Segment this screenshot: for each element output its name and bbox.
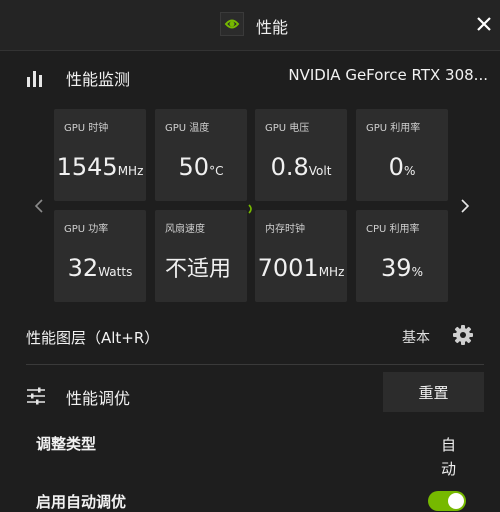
metric-unit: MHz	[117, 164, 144, 178]
metric-tile: 内存时钟 7001MHz	[255, 210, 347, 302]
metric-tile: GPU 温度 50°C	[155, 109, 247, 201]
metric-number: 0	[388, 153, 404, 181]
metric-number: 0.8	[270, 153, 309, 181]
reset-button[interactable]: 重置	[383, 372, 484, 412]
metric-tile: GPU 功率 32Watts	[54, 210, 146, 302]
nvidia-logo-icon	[220, 12, 244, 36]
metric-number: 39	[381, 254, 412, 282]
metric-number: 1545	[56, 153, 118, 181]
tuning-type-label: 调整类型	[36, 435, 97, 453]
chevron-left-icon[interactable]	[32, 194, 46, 218]
metric-number: 32	[67, 254, 99, 282]
metric-label: GPU 电压	[265, 123, 310, 134]
gear-icon[interactable]	[452, 324, 474, 346]
metric-number: 7001	[257, 254, 319, 282]
sliders-icon	[26, 386, 46, 406]
metric-label: GPU 温度	[165, 123, 210, 134]
metric-unit: %	[411, 265, 423, 279]
overlay-label: 性能图层（Alt+R）	[26, 329, 160, 347]
metric-number: 50	[178, 153, 210, 181]
monitor-title: 性能监测	[66, 70, 131, 89]
metric-tile: GPU 时钟 1545MHz	[54, 109, 146, 201]
metric-number: 不适用	[165, 257, 232, 282]
overlay-mode-value[interactable]: 基本	[402, 327, 430, 347]
title-bar: 性能	[0, 0, 500, 51]
bar-chart-icon	[26, 68, 46, 88]
metric-label: GPU 时钟	[64, 123, 109, 134]
metric-tile: 风扇速度 不适用	[155, 210, 247, 302]
metric-value: 0%	[356, 153, 448, 181]
metric-label: GPU 利用率	[366, 123, 421, 134]
metric-value: 1545MHz	[54, 153, 146, 181]
metric-unit: Watts	[98, 265, 133, 279]
divider	[26, 364, 484, 365]
metric-unit: %	[403, 164, 416, 178]
metric-unit: MHz	[318, 265, 345, 279]
metric-unit: °C	[209, 164, 224, 178]
metric-tile: GPU 利用率 0%	[356, 109, 448, 201]
gpu-name[interactable]: NVIDIA GeForce RTX 308...	[288, 66, 488, 84]
window-title: 性能	[256, 18, 289, 37]
metric-value: 0.8Volt	[255, 153, 347, 181]
metric-unit: Volt	[308, 164, 332, 178]
metric-tile: CPU 利用率 39%	[356, 210, 448, 302]
close-icon[interactable]	[474, 14, 494, 34]
metric-label: GPU 功率	[64, 224, 109, 235]
metric-value: 50°C	[155, 153, 247, 181]
monitor-header: 性能监测 NVIDIA GeForce RTX 308...	[0, 58, 500, 98]
metric-value: 7001MHz	[255, 254, 347, 282]
chevron-right-icon[interactable]	[458, 194, 472, 218]
tuning-title: 性能调优	[66, 389, 131, 408]
metric-tile: GPU 电压 0.8Volt	[255, 109, 347, 201]
page-indicator-icon	[248, 199, 254, 214]
auto-tune-toggle[interactable]	[428, 491, 466, 511]
metric-value: 不适用	[165, 258, 237, 283]
metric-label: CPU 利用率	[366, 224, 420, 235]
metric-value: 32Watts	[54, 254, 146, 282]
metric-label: 风扇速度	[165, 224, 205, 235]
auto-tune-label: 启用自动调优	[36, 493, 127, 511]
metric-value: 39%	[356, 254, 448, 282]
tuning-type-value[interactable]: 自动	[441, 433, 463, 481]
metric-label: 内存时钟	[265, 224, 305, 235]
